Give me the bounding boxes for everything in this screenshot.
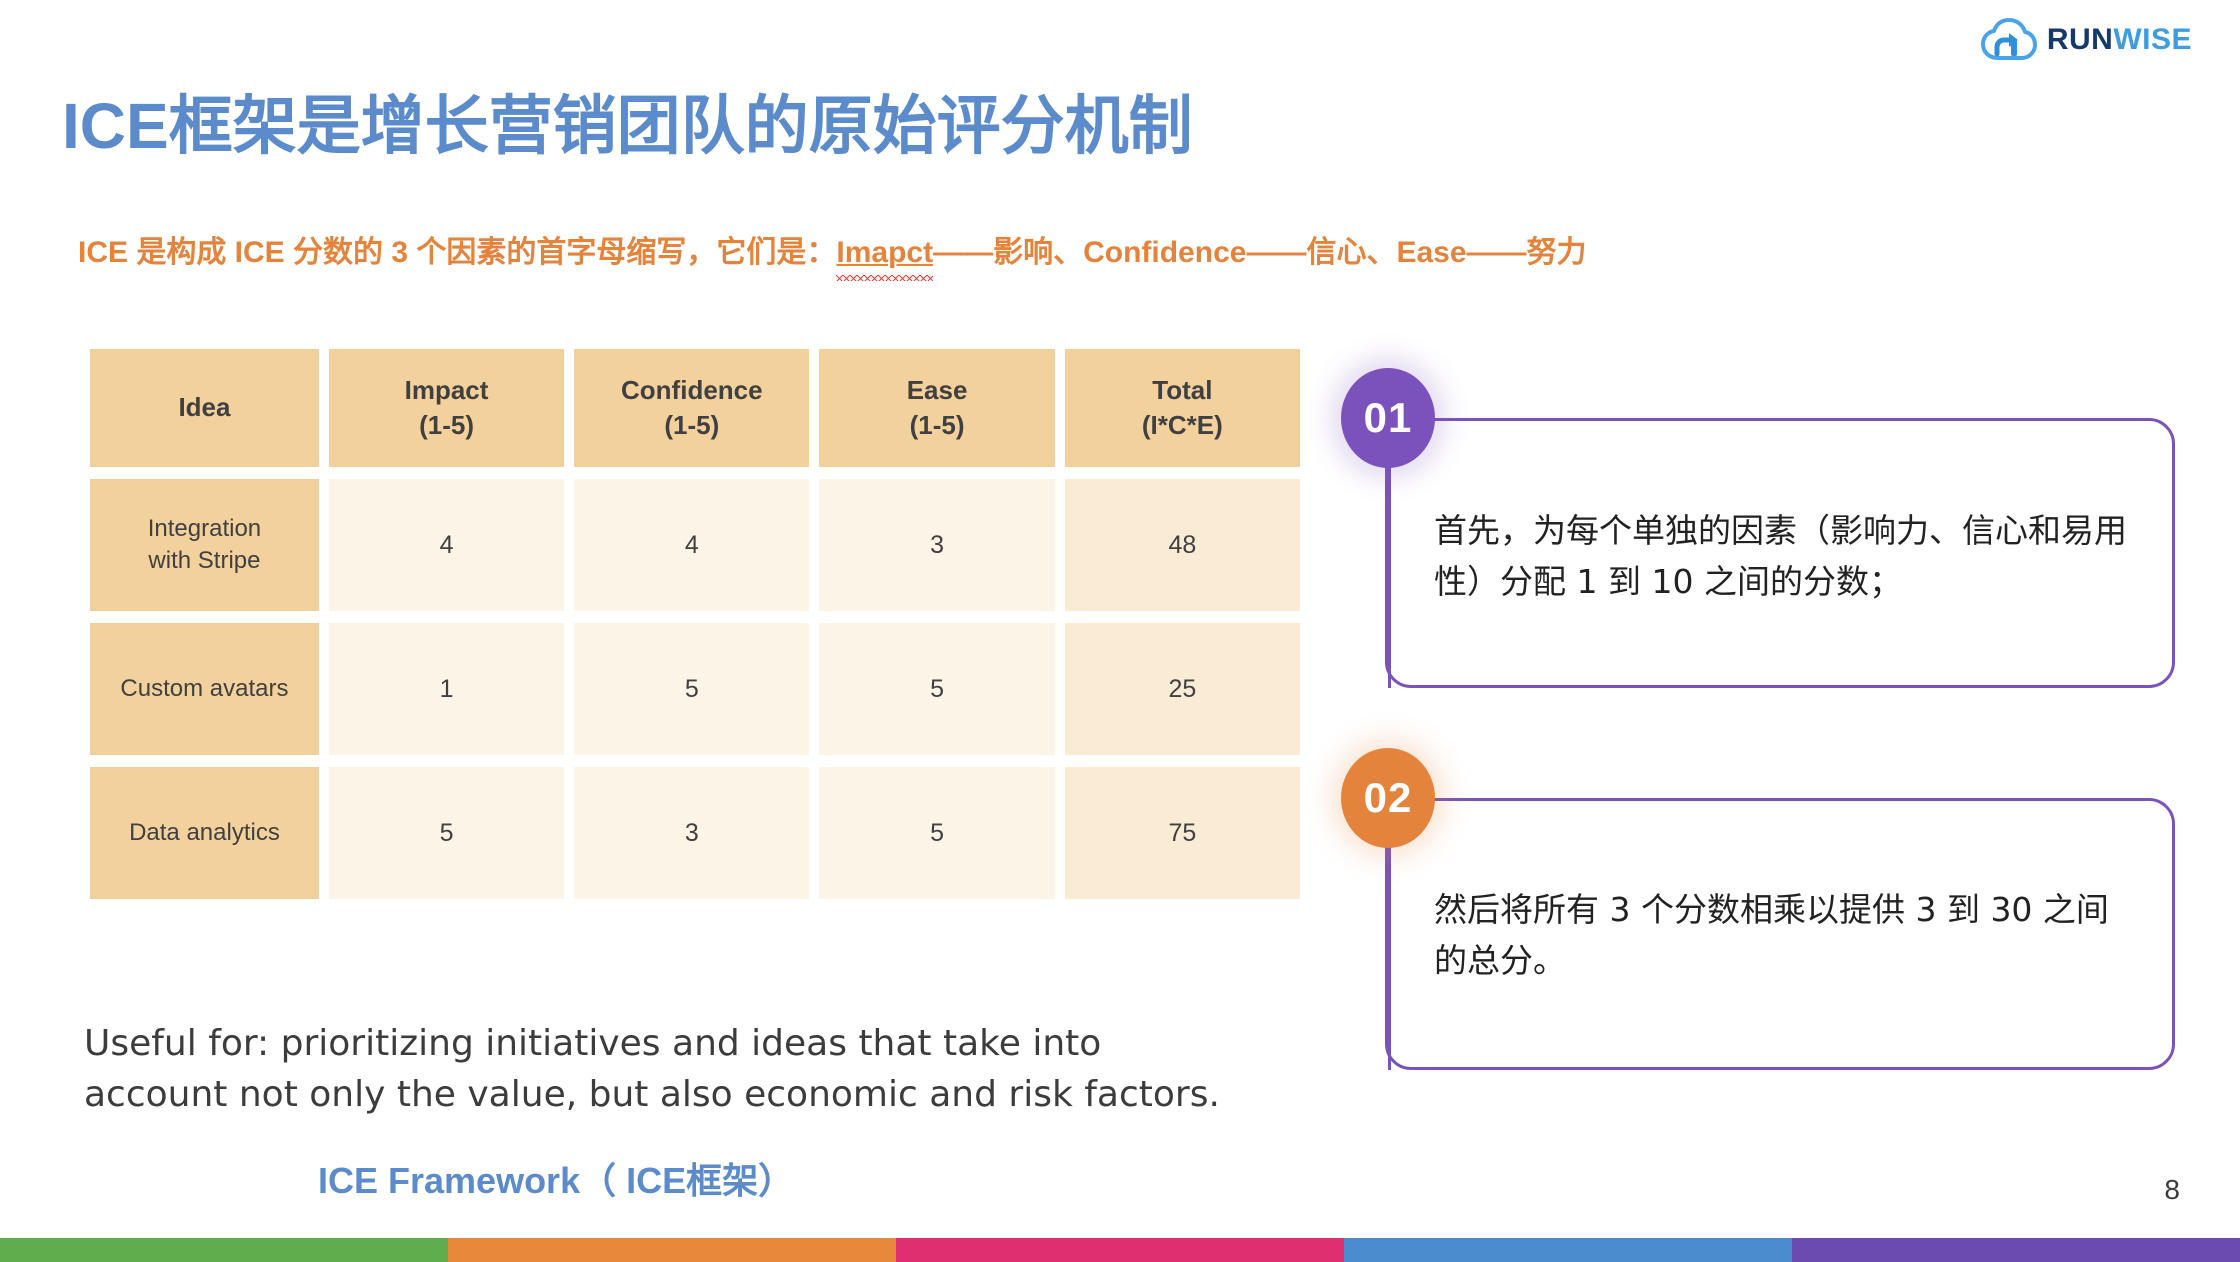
cell-ease: 3 — [819, 479, 1055, 611]
callout-01-text: 首先，为每个单独的因素（影响力、信心和易用性）分配 1 到 10 之间的分数； — [1434, 511, 2127, 602]
bar-segment-orange — [448, 1238, 896, 1262]
page-title: ICE框架是增长营销团队的原始评分机制 — [62, 90, 1193, 162]
column-header-idea: Idea — [90, 349, 319, 467]
logo-text-wise: WISE — [2113, 23, 2192, 56]
callout-02-text: 然后将所有 3 个分数相乘以提供 3 到 30 之间的总分。 — [1434, 890, 2109, 981]
header-line-1: Ease — [906, 374, 968, 405]
idea-line-1: Custom avatars — [120, 674, 289, 702]
table-row: Integration with Stripe 4 4 3 48 — [90, 479, 1300, 611]
cell-confidence: 5 — [574, 623, 810, 755]
table-row: Custom avatars 1 5 5 25 — [90, 623, 1300, 755]
idea-line-1: Integration — [147, 514, 262, 542]
header-line-1: Confidence — [621, 374, 763, 405]
header-line-2: (1-5) — [664, 410, 720, 440]
column-header-confidence: Confidence (1-5) — [574, 349, 810, 467]
subtitle: ICE 是构成 ICE 分数的 3 个因素的首字母缩写，它们是：Imapct——… — [78, 233, 1587, 281]
header-line-2: (1-5) — [419, 410, 474, 440]
table-row: Data analytics 5 3 5 75 — [90, 767, 1300, 899]
bar-segment-blue — [1344, 1238, 1792, 1262]
cell-impact: 5 — [328, 767, 565, 899]
bar-segment-green — [0, 1238, 448, 1262]
cell-idea: Integration with Stripe — [90, 479, 319, 611]
table-caption: ICE Framework（ ICE框架） — [318, 1160, 795, 1201]
subtitle-prefix: ICE 是构成 ICE 分数的 3 个因素的首字母缩写，它们是： — [78, 236, 837, 269]
cell-idea: Custom avatars — [90, 623, 319, 755]
page-number: 8 — [2164, 1174, 2180, 1205]
header-line-1: Total — [1152, 374, 1213, 405]
bar-segment-pink — [896, 1238, 1344, 1262]
ice-score-table: Idea Impact (1-5) Confidence (1-5) Ease … — [80, 337, 1310, 911]
bar-segment-purple — [1792, 1238, 2240, 1262]
cell-total: 48 — [1064, 479, 1300, 611]
header-line-2: (I*C*E) — [1141, 410, 1223, 440]
header-line-1: Impact — [404, 374, 489, 405]
column-header-total: Total (I*C*E) — [1064, 349, 1300, 467]
header-line-2: (1-5) — [909, 410, 965, 440]
cell-total: 25 — [1064, 623, 1300, 755]
cell-confidence: 3 — [574, 767, 810, 899]
cloud-arrow-icon — [1980, 18, 2037, 60]
idea-line-2: with Stripe — [148, 547, 261, 574]
useful-for-line-1: Useful for: prioritizing initiatives and… — [84, 1023, 1102, 1064]
logo-text-run: RUN — [2046, 23, 2114, 56]
cell-ease: 5 — [819, 767, 1055, 899]
idea-line-1: Data analytics — [129, 818, 280, 846]
misspelled-word: Imapct — [836, 233, 933, 281]
useful-for-text: Useful for: prioritizing initiatives and… — [84, 1018, 1334, 1120]
cell-impact: 1 — [328, 623, 565, 755]
column-header-impact: Impact (1-5) — [328, 349, 565, 467]
cell-confidence: 4 — [574, 479, 810, 611]
cell-total: 75 — [1064, 767, 1300, 899]
header-line-1: Idea — [178, 392, 231, 423]
cell-idea: Data analytics — [90, 767, 319, 899]
column-header-ease: Ease (1-5) — [819, 349, 1055, 467]
bottom-color-bar — [0, 1238, 2240, 1262]
callout-01-badge: 01 — [1341, 368, 1435, 468]
useful-for-line-2: account not only the value, but also eco… — [84, 1074, 1220, 1116]
subtitle-suffix: ——影响、Confidence——信心、Ease——努力 — [933, 236, 1587, 269]
logo-wordmark: RUNWISE — [2047, 25, 2192, 55]
callout-02-badge: 02 — [1341, 748, 1435, 848]
runwise-logo: RUNWISE — [1980, 14, 2192, 66]
cell-impact: 4 — [328, 479, 565, 611]
cell-ease: 5 — [819, 623, 1055, 755]
table-header-row: Idea Impact (1-5) Confidence (1-5) Ease … — [90, 349, 1300, 467]
